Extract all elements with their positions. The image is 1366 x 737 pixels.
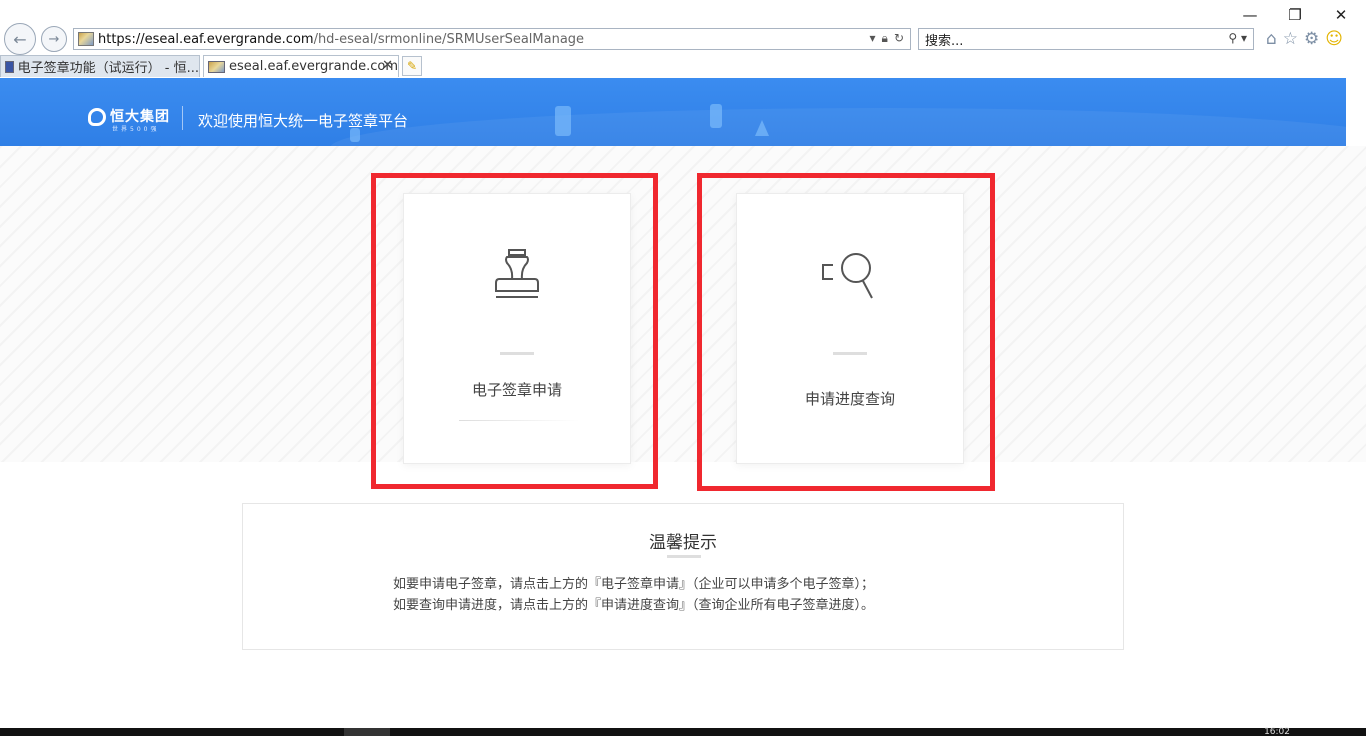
arrow-right-icon: → xyxy=(48,31,60,47)
new-tab-button[interactable]: ✎ xyxy=(402,56,422,76)
card-divider xyxy=(500,352,534,355)
dropdown-icon[interactable]: ▾ xyxy=(870,31,876,46)
tips-line-apply: 如要申请电子签章，请点击上方的『电子签章申请』（企业可以申请多个电子签章）； xyxy=(393,577,875,592)
os-taskbar: 16:02 xyxy=(0,727,1366,737)
header-banner: 恒大集团 世界500强 欢迎使用恒大统一电子签章平台 xyxy=(0,78,1346,146)
back-button[interactable]: ← xyxy=(4,23,36,55)
tab-label: eseal.eaf.evergrande.com xyxy=(229,59,398,74)
tips-line-query: 如要查询申请进度，请点击上方的『申请进度查询』（查询企业所有电子签章进度）。 xyxy=(393,598,875,613)
banner-wave-decoration xyxy=(330,108,1346,146)
forward-button[interactable]: → xyxy=(41,26,67,52)
apply-seal-card[interactable]: 电子签章申请 xyxy=(403,193,631,464)
stamp-decoration-icon xyxy=(710,104,722,128)
smiley-feedback-icon[interactable]: ☺ xyxy=(1325,29,1343,49)
url-path: /hd-eseal/srmonline/SRMUserSealManage xyxy=(313,31,585,47)
tips-title: 温馨提示 xyxy=(649,533,717,553)
site-favicon-icon xyxy=(78,32,94,46)
tab-eseal[interactable]: eseal.eaf.evergrande.com ✕ xyxy=(203,55,399,77)
hatched-background xyxy=(0,146,1366,462)
search-icon[interactable]: ⚲ ▾ xyxy=(1228,31,1247,45)
home-icon[interactable]: ⌂ xyxy=(1266,29,1277,49)
tab-label: 电子签章功能（试运行） - 恒... xyxy=(17,61,199,76)
stamp-decoration-icon xyxy=(555,106,571,136)
query-progress-label: 申请进度查询 xyxy=(804,390,895,408)
sap-favicon-icon xyxy=(5,60,14,73)
tips-panel: 温馨提示 如要申请电子签章，请点击上方的『电子签章申请』（企业可以申请多个电子签… xyxy=(242,503,1124,650)
query-progress-card[interactable]: 申请进度查询 xyxy=(736,193,964,464)
taskbar-clock: 16:02 xyxy=(1264,727,1290,737)
stamp-icon xyxy=(495,249,539,298)
search-progress-icon xyxy=(822,253,873,299)
new-tab-icon: ✎ xyxy=(406,59,418,73)
header-divider xyxy=(182,106,183,130)
gear-icon[interactable]: ⚙ xyxy=(1304,29,1319,49)
tab-esign-function[interactable]: 电子签章功能（试运行） - 恒... xyxy=(0,55,200,77)
taskbar-item[interactable] xyxy=(344,728,390,736)
site-favicon-icon xyxy=(208,60,226,73)
arrow-left-icon: ← xyxy=(13,29,27,49)
refresh-icon[interactable]: ↻ xyxy=(894,31,904,46)
browser-chrome: — ❐ ✕ ← → https://eseal.eaf.evergrande.c… xyxy=(0,0,1366,78)
close-window-icon[interactable]: ✕ xyxy=(1329,6,1353,24)
evergrande-logo-icon xyxy=(88,108,106,126)
restore-icon[interactable]: ❐ xyxy=(1283,6,1307,24)
apply-seal-label: 电子签章申请 xyxy=(471,381,562,399)
welcome-text: 欢迎使用恒大统一电子签章平台 xyxy=(198,112,409,130)
close-tab-icon[interactable]: ✕ xyxy=(382,58,393,73)
brand-subtitle: 世界500强 xyxy=(112,126,160,133)
tab-strip: 电子签章功能（试运行） - 恒... eseal.eaf.evergrande.… xyxy=(0,55,1366,78)
tips-divider xyxy=(667,555,701,558)
card-divider xyxy=(833,352,867,355)
brand-logo[interactable]: 恒大集团 世界500强 xyxy=(88,108,170,133)
brand-name: 恒大集团 xyxy=(110,109,170,125)
address-bar[interactable]: https://eseal.eaf.evergrande.com/hd-esea… xyxy=(73,28,911,50)
search-placeholder: 搜索... xyxy=(925,33,964,49)
card-fade-line xyxy=(459,420,579,421)
favorites-star-icon[interactable]: ☆ xyxy=(1283,29,1298,49)
search-input[interactable]: 搜索... ⚲ ▾ xyxy=(918,28,1254,50)
url-host: https://eseal.eaf.evergrande.com xyxy=(98,31,314,47)
minimize-icon[interactable]: — xyxy=(1238,6,1262,24)
lock-icon[interactable]: 🔒︎ xyxy=(882,31,888,46)
